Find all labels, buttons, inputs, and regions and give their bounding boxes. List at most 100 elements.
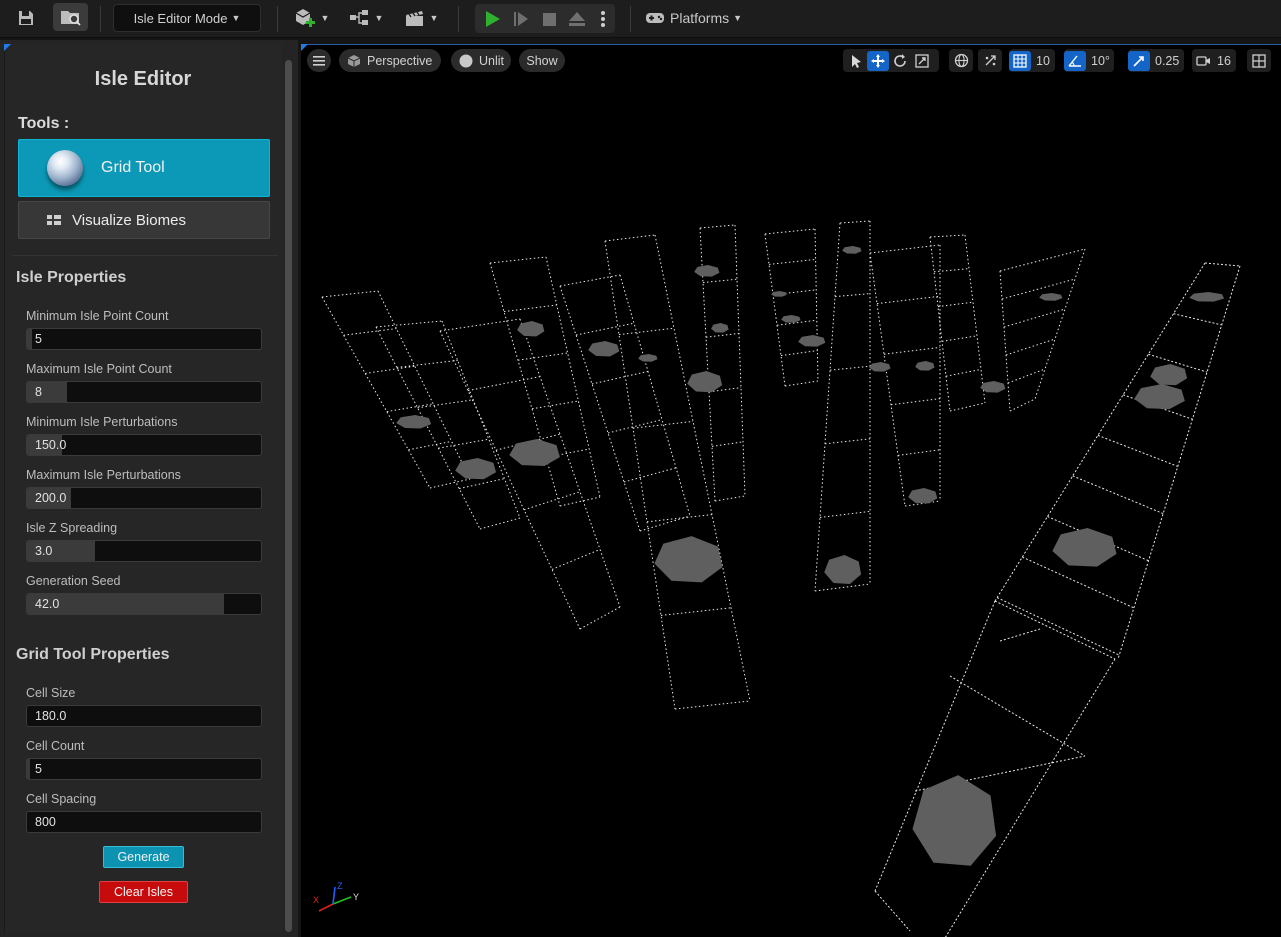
cell-count-field[interactable]: 5 [26, 758, 262, 780]
wireframe-edge [937, 301, 974, 308]
camera-speed-toggle[interactable] [1192, 51, 1214, 71]
cinematics-button[interactable]: ▼ [400, 6, 442, 30]
show-button[interactable]: Show [519, 49, 565, 72]
isle-properties-title: Isle Properties [16, 269, 127, 286]
max-point-count-field[interactable]: 8 [26, 381, 262, 403]
translate-icon [871, 53, 885, 68]
wireframe-edge [814, 228, 819, 382]
wireframe-edge [559, 274, 621, 287]
platforms-label: Platforms [670, 10, 730, 26]
platforms-button[interactable]: Platforms ▼ [645, 6, 745, 30]
min-perturbations-field[interactable]: 150.0 [26, 434, 262, 456]
skip-frame-button[interactable] [510, 8, 532, 30]
wireframe-edge [702, 278, 738, 284]
wireframe-edge [945, 368, 982, 377]
clear-isles-button[interactable]: Clear Isles [99, 881, 188, 903]
panel-corner-marker [4, 44, 11, 51]
rotation-snap-value: 10° [1091, 53, 1110, 68]
grid-snap-icon [1013, 53, 1027, 68]
wireframe-edge [869, 252, 906, 507]
lighting-mode-button[interactable]: Unlit [451, 49, 511, 72]
wireframe-edge [632, 420, 694, 429]
wireframe-edge [699, 224, 736, 229]
wireframe-edge [439, 330, 581, 630]
generate-button[interactable]: Generate [103, 846, 184, 868]
surface-snap-button[interactable] [978, 49, 1002, 72]
wireframe-edge [784, 380, 819, 387]
prop-label: Maximum Isle Perturbations [26, 468, 181, 482]
stop-button[interactable] [538, 8, 560, 30]
perspective-button[interactable]: Perspective [339, 49, 441, 72]
wireframe-edge [819, 510, 871, 518]
max-perturbations-field[interactable]: 200.0 [26, 487, 262, 509]
min-point-count-field[interactable]: 5 [26, 328, 262, 350]
wireframe-edge [897, 449, 941, 456]
wireframe-edge [654, 234, 751, 702]
wireframe-edge [839, 220, 871, 224]
scale-tool-button[interactable] [911, 51, 933, 71]
world-space-button[interactable] [949, 49, 973, 72]
wireframe-edge [999, 248, 1086, 272]
play-button[interactable] [481, 8, 503, 30]
prop-label: Maximum Isle Point Count [26, 362, 172, 376]
save-button[interactable] [13, 7, 39, 29]
field-value: 3.0 [35, 544, 53, 558]
isle-mesh [396, 415, 432, 429]
camera-speed-control[interactable]: 16 [1192, 49, 1236, 72]
wireframe-edge [705, 332, 740, 338]
toolbar-separator [458, 6, 459, 32]
rotate-icon [894, 53, 906, 67]
prop-label: Isle Z Spreading [26, 521, 118, 535]
wireframe-edge [604, 234, 656, 242]
wireframe-edge [1005, 338, 1056, 356]
z-spreading-field[interactable]: 3.0 [26, 540, 262, 562]
editor-mode-select[interactable]: Isle Editor Mode ▼ [113, 4, 261, 32]
wireframe-edge [591, 370, 649, 385]
wireframe-edge [575, 322, 635, 336]
perspective-label: Perspective [367, 53, 433, 68]
wireframe-edge [674, 700, 751, 710]
globe-icon [47, 150, 83, 186]
grid-snap-toggle[interactable] [1009, 50, 1031, 71]
cell-spacing-field[interactable]: 800 [26, 811, 262, 833]
level-viewport[interactable]: Perspective Unlit Show 10 10° 0.25 16 X … [301, 44, 1281, 937]
wireframe-edge [377, 290, 471, 480]
show-label: Show [526, 53, 558, 68]
wireframe-edge [343, 328, 397, 336]
wireframe-edge [559, 285, 641, 532]
select-tool-button[interactable] [845, 51, 867, 71]
wireframe-edge [890, 398, 941, 406]
scale-snap-control[interactable]: 0.25 [1128, 49, 1184, 72]
scale-snap-toggle[interactable] [1128, 50, 1150, 71]
prop-label: Minimum Isle Point Count [26, 309, 169, 323]
chevron-down-icon: ▼ [231, 13, 241, 23]
wireframe-edge [523, 491, 581, 511]
blueprint-button[interactable]: ▼ [345, 6, 387, 30]
generation-seed-field[interactable]: 42.0 [26, 593, 262, 615]
rotate-tool-button[interactable] [889, 51, 911, 71]
visualize-biomes-button[interactable]: Visualize Biomes [18, 201, 270, 239]
wireframe-edge [829, 365, 871, 371]
translate-tool-button[interactable] [867, 50, 889, 71]
grid-snap-control[interactable]: 10 [1009, 49, 1055, 72]
eject-button[interactable] [566, 8, 588, 30]
rotation-snap-control[interactable]: 10° [1064, 49, 1114, 72]
add-actor-button[interactable]: ▼ [290, 6, 332, 30]
wireframe-edge [429, 478, 471, 489]
prop-label: Generation Seed [26, 574, 121, 588]
wireframe-edge [949, 402, 986, 412]
viewport-layout-button[interactable] [1247, 49, 1271, 72]
viewport-menu-button[interactable] [307, 49, 331, 72]
wireframe-edge [734, 224, 746, 497]
rotation-snap-toggle[interactable] [1064, 50, 1086, 71]
grid-tool-button[interactable]: Grid Tool [18, 139, 270, 197]
wireframe-edge [834, 293, 871, 298]
wireframe-edge [408, 440, 452, 451]
isle-mesh [711, 323, 729, 333]
axis-y-label: Y [353, 892, 359, 902]
more-options-button[interactable] [595, 8, 611, 30]
content-browser-button[interactable] [53, 3, 88, 31]
panel-scrollbar[interactable] [285, 60, 292, 932]
field-value: 200.0 [35, 491, 67, 505]
cell-size-field[interactable]: 180.0 [26, 705, 262, 727]
